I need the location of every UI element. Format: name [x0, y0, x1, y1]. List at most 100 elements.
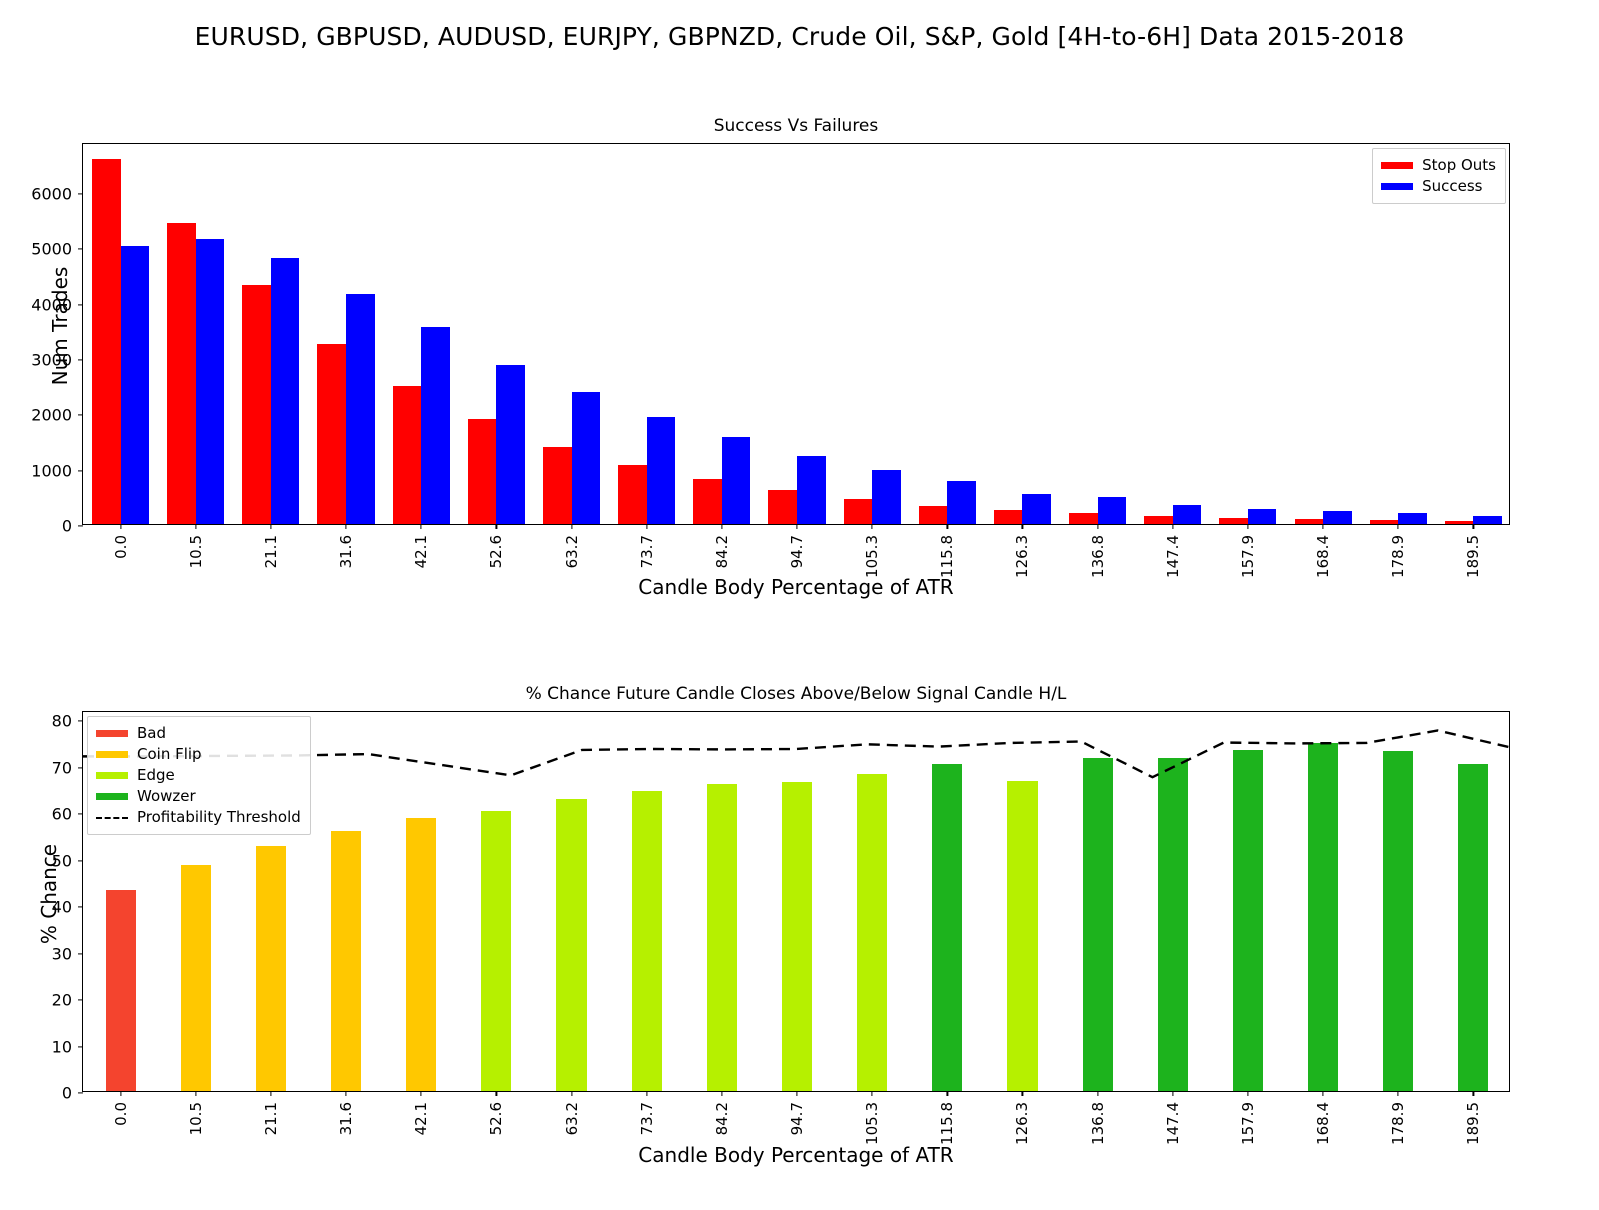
bar-stop-outs: [1444, 520, 1474, 524]
x-tick-label: 157.9: [1238, 1102, 1257, 1145]
bar-edge: [781, 782, 813, 1091]
x-tick-mark: [495, 1091, 497, 1096]
y-tick-mark: [78, 1092, 83, 1094]
bar-success: [1323, 510, 1352, 524]
x-tick-mark: [345, 1091, 347, 1096]
bar-stop-outs: [542, 446, 572, 524]
bar-success: [1172, 504, 1202, 524]
y-tick-mark: [78, 999, 83, 1001]
y-tick-mark: [78, 767, 83, 769]
x-tick-mark: [1322, 1091, 1324, 1096]
y-tick-mark: [78, 953, 83, 955]
x-tick-label: 189.5: [1464, 535, 1483, 578]
bar-wowzer: [1383, 750, 1414, 1091]
y-tick-mark: [78, 1045, 83, 1048]
chart2-legend: Bad Coin Flip Edge Wowzer Profitability Thre…: [87, 716, 311, 835]
chart1-title: Success Vs Failures: [713, 116, 879, 136]
y-tick-label: 1000: [31, 461, 72, 481]
legend-item-edge[interactable]: Edge: [96, 765, 301, 786]
legend-label: Bad: [137, 724, 167, 742]
bar-stop-outs: [993, 509, 1023, 524]
x-tick-label: 31.6: [337, 1102, 356, 1136]
bar-stop-outs: [392, 385, 422, 524]
bar-edge: [857, 773, 888, 1091]
legend-item-profitability-threshold[interactable]: Profitability Threshold: [96, 807, 301, 828]
bar-wowzer: [1458, 763, 1489, 1091]
bar-wowzer: [1157, 758, 1188, 1091]
legend-label: Stop Outs: [1422, 156, 1496, 174]
x-tick-mark: [270, 524, 272, 529]
x-tick-mark: [796, 524, 798, 529]
x-tick-label: 168.4: [1314, 1102, 1333, 1145]
x-tick-mark: [1172, 1091, 1174, 1096]
x-tick-label: 178.9: [1389, 1102, 1408, 1145]
x-tick-label: 115.8: [938, 1102, 957, 1145]
bar-wowzer: [1308, 743, 1339, 1091]
x-tick-mark: [570, 1091, 573, 1096]
bar-coin-flip: [331, 831, 362, 1091]
x-tick-mark: [946, 1091, 948, 1096]
y-tick-mark: [78, 906, 83, 908]
y-tick-label: 3000: [31, 350, 72, 370]
x-tick-mark: [1322, 524, 1324, 529]
y-tick-label: 6000: [31, 184, 72, 204]
x-tick-mark: [1397, 524, 1399, 529]
x-tick-mark: [721, 1091, 723, 1096]
bar-success: [120, 246, 150, 524]
chart-chance-future-candle: % Chance Future Candle Closes Above/Belo…: [37, 684, 1510, 1167]
x-tick-mark: [119, 1091, 122, 1096]
bar-edge: [481, 811, 512, 1091]
x-tick-label: 136.8: [1088, 535, 1107, 578]
y-tick-mark: [78, 303, 83, 306]
bar-coin-flip: [180, 865, 211, 1091]
bar-stop-outs: [1069, 513, 1098, 524]
legend-item-coin-flip[interactable]: Coin Flip: [96, 744, 301, 765]
bar-edge: [556, 799, 587, 1091]
bar-success: [721, 437, 751, 524]
bar-stop-outs: [693, 479, 722, 524]
bar-success: [496, 364, 525, 524]
x-tick-label: 147.4: [1163, 1102, 1182, 1145]
chart2-x-axis-label: Candle Body Percentage of ATR: [638, 1143, 954, 1167]
bar-stop-outs: [843, 499, 873, 524]
x-tick-label: 0.0: [111, 1102, 130, 1126]
legend-item-bad[interactable]: Bad: [96, 723, 301, 744]
chart-success-vs-failures: Success Vs Failures Num Trades 0 1000 2000…: [31, 116, 1510, 599]
x-tick-label: 10.5: [186, 535, 205, 569]
x-tick-label: 42.1: [412, 535, 431, 569]
x-tick-label: 105.3: [863, 1102, 882, 1145]
bar-edge: [631, 791, 662, 1091]
legend-swatch-icon: [96, 730, 128, 737]
x-tick-mark: [1472, 1091, 1474, 1096]
legend-item-wowzer[interactable]: Wowzer: [96, 786, 301, 807]
legend-item-success[interactable]: Success: [1381, 176, 1496, 197]
x-tick-label: 147.4: [1163, 535, 1182, 578]
bar-stop-outs: [1219, 518, 1248, 524]
bar-stop-outs: [242, 285, 271, 524]
x-tick-label: 63.2: [562, 1102, 581, 1136]
bar-success: [1473, 515, 1502, 524]
y-tick-label: 4000: [31, 295, 72, 315]
legend-swatch-icon: [96, 772, 128, 779]
x-tick-mark: [1172, 524, 1174, 529]
y-tick-mark: [78, 470, 83, 472]
bar-success: [195, 239, 225, 524]
bar-success: [1398, 513, 1427, 524]
bar-success: [270, 257, 300, 524]
legend-swatch-icon: [96, 751, 128, 758]
x-tick-mark: [420, 524, 422, 529]
legend-swatch-icon: [1381, 162, 1414, 169]
x-tick-mark: [345, 524, 347, 529]
x-tick-mark: [1397, 1091, 1399, 1096]
x-tick-mark: [195, 524, 197, 529]
legend-swatch-icon: [96, 793, 128, 800]
chart1-plot-area: 0 1000 2000 3000 4000 5000 6000 0.0 10.5 21.1 31.6…: [31, 143, 1510, 578]
bar-stop-outs: [1144, 516, 1173, 524]
x-tick-mark: [1247, 524, 1249, 529]
bar-stop-outs: [768, 490, 797, 524]
legend-item-stop-outs[interactable]: Stop Outs: [1381, 155, 1496, 176]
legend-label: Profitability Threshold: [137, 808, 301, 826]
x-tick-label: 94.7: [788, 535, 806, 569]
bar-stop-outs: [167, 223, 196, 524]
x-tick-mark: [871, 524, 873, 529]
